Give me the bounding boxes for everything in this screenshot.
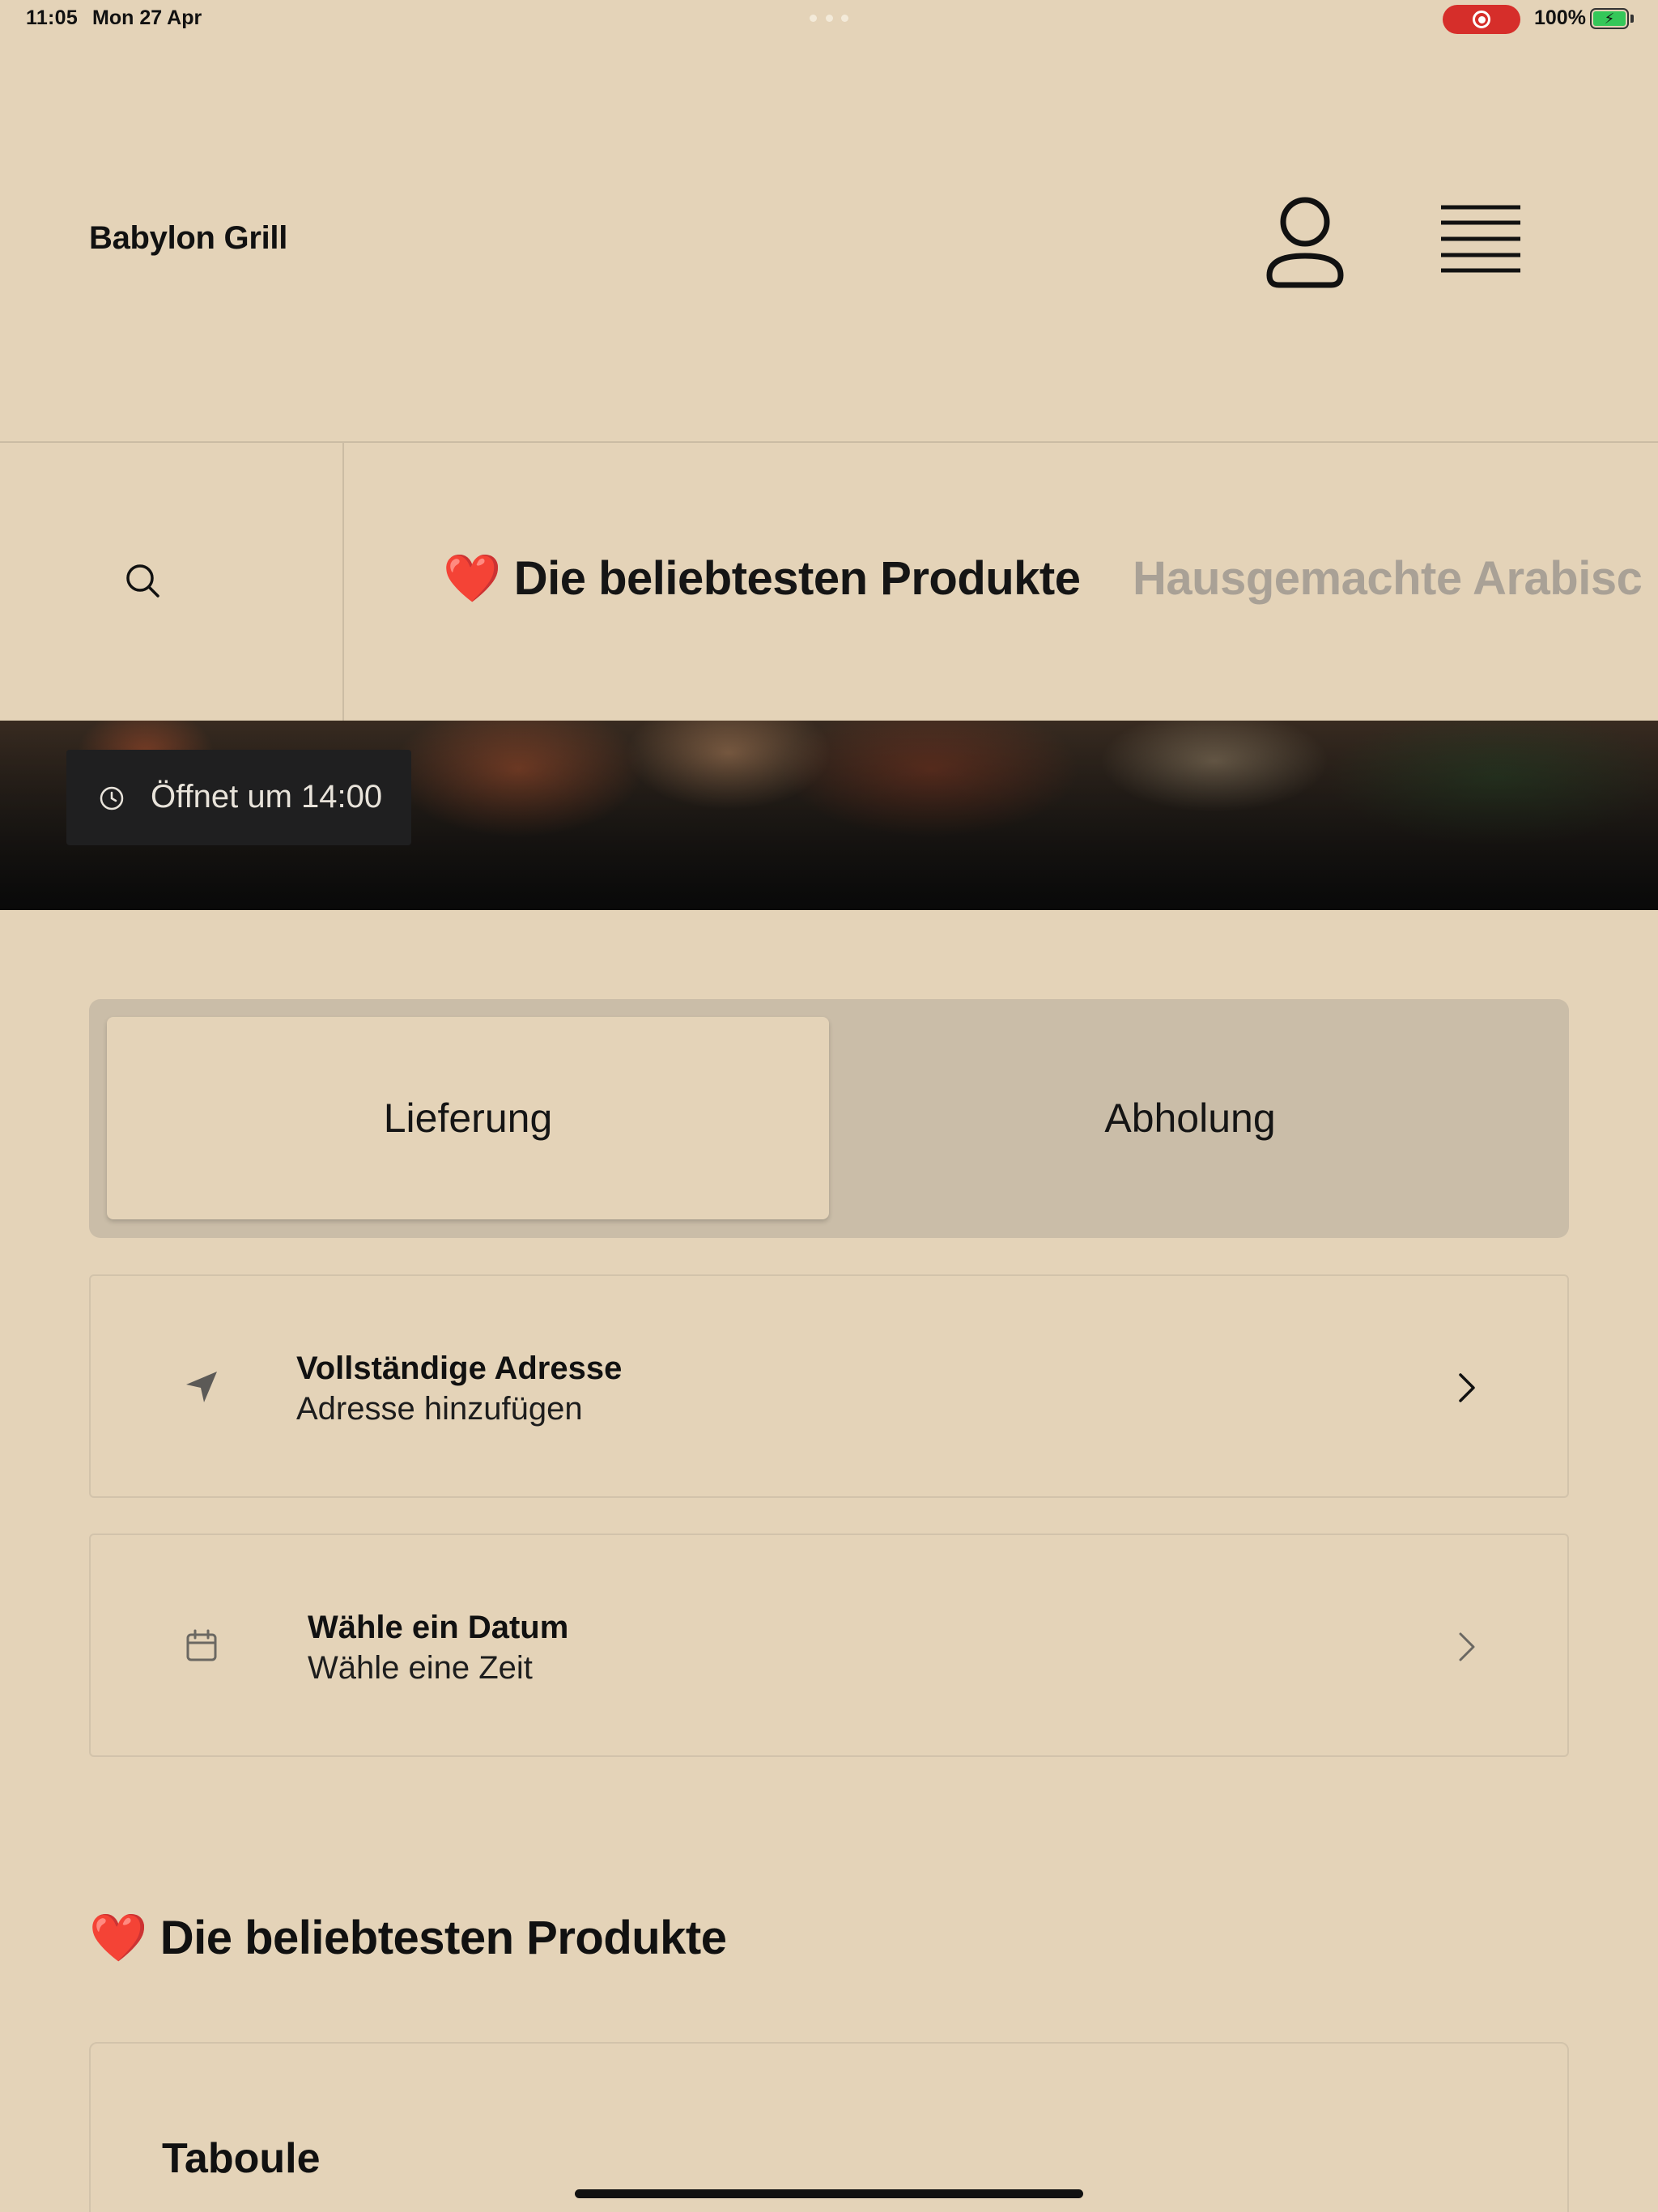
screen-recording-indicator[interactable] — [1443, 5, 1520, 34]
battery-percent: 100% — [1534, 6, 1586, 29]
date-title: Wähle ein Datum — [308, 1610, 569, 1645]
category-bar: ❤️ Die beliebtesten Produkte Hausgemachte… — [0, 441, 1658, 721]
status-time: 11:05 — [26, 6, 79, 29]
order-mode-toggle: Lieferung Abholung — [89, 999, 1569, 1238]
date-time-card[interactable]: Wähle ein Datum Wähle eine Zeit — [89, 1534, 1569, 1757]
calendar-icon — [186, 1629, 217, 1661]
location-arrow-icon — [186, 1372, 217, 1402]
heart-icon: ❤️ — [89, 1912, 147, 1964]
account-button[interactable] — [1263, 191, 1347, 288]
opening-time-badge: Öffnet um 14:00 — [66, 750, 411, 845]
restaurant-name[interactable]: Babylon Grill — [89, 220, 287, 257]
record-icon — [1473, 11, 1490, 28]
category-tabs[interactable]: ❤️ Die beliebtesten Produkte Hausgemachte… — [346, 443, 1658, 721]
pickup-option[interactable]: Abholung — [829, 1017, 1551, 1219]
delivery-option[interactable]: Lieferung — [107, 1017, 829, 1219]
clock-icon — [100, 786, 124, 810]
section-title: ❤️ Die beliebtesten Produkte — [89, 1911, 727, 1966]
product-name: Taboule — [162, 2135, 321, 2182]
menu-button[interactable] — [1439, 204, 1522, 274]
battery-tip — [1630, 15, 1634, 23]
tab-label: Die beliebtesten Produkte — [513, 552, 1081, 605]
tab-popular-products[interactable]: ❤️ Die beliebtesten Produkte — [443, 551, 1081, 606]
battery-icon: ⚡ — [1590, 8, 1629, 29]
opening-time-text: Öffnet um 14:00 — [151, 779, 383, 815]
address-card[interactable]: Vollständige Adresse Adresse hinzufügen — [89, 1274, 1569, 1498]
status-date: Mon 27 Apr — [92, 6, 202, 29]
hamburger-icon — [1441, 205, 1520, 273]
person-icon — [1266, 197, 1344, 288]
search-icon — [126, 564, 159, 598]
address-subtitle: Adresse hinzufügen — [296, 1391, 583, 1427]
tab-homemade-arabic[interactable]: Hausgemachte Arabisc — [1133, 551, 1643, 606]
heart-icon: ❤️ — [443, 552, 501, 605]
multitasking-dots-icon[interactable] — [810, 15, 848, 23]
chevron-right-icon — [1459, 1632, 1475, 1661]
time-subtitle: Wähle eine Zeit — [308, 1650, 533, 1686]
charging-bolt-icon: ⚡ — [1593, 11, 1626, 26]
hero-image: Öffnet um 14:00 — [0, 721, 1658, 910]
home-indicator[interactable] — [575, 2189, 1083, 2198]
address-title: Vollständige Adresse — [296, 1351, 623, 1386]
chevron-right-icon — [1459, 1373, 1475, 1402]
status-bar: 11:05 Mon 27 Apr 100% ⚡ — [0, 0, 1658, 39]
section-title-text: Die beliebtesten Produkte — [159, 1912, 727, 1964]
product-card[interactable]: Taboule — [89, 2042, 1569, 2212]
search-button[interactable] — [0, 443, 344, 721]
tab-label: Hausgemachte Arabisc — [1133, 552, 1643, 605]
page: 11:05 Mon 27 Apr 100% ⚡ Babylon Grill ❤️… — [0, 0, 1658, 2212]
